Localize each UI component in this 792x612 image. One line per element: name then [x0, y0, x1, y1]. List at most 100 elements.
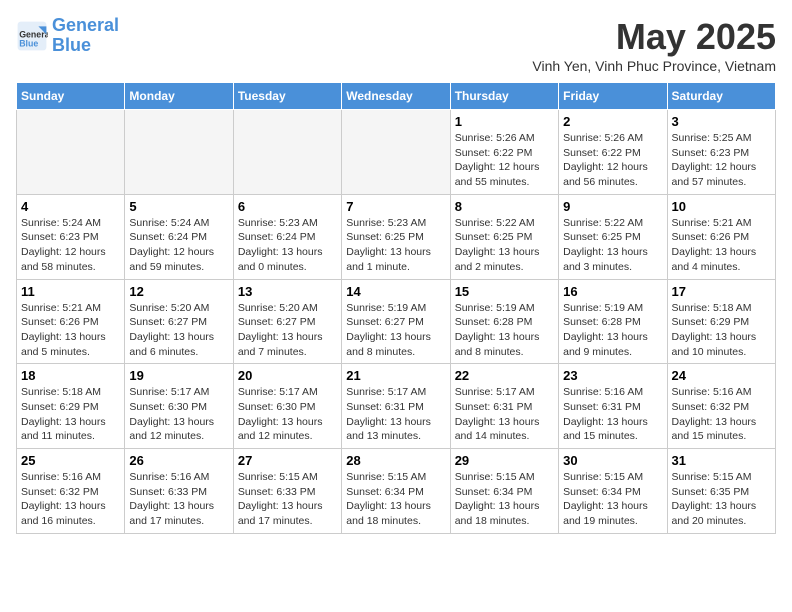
day-number: 29 [455, 453, 554, 468]
calendar-cell [17, 110, 125, 195]
day-info: Sunrise: 5:24 AMSunset: 6:24 PMDaylight:… [129, 216, 228, 275]
calendar-cell [233, 110, 341, 195]
day-number: 9 [563, 199, 662, 214]
weekday-header-thursday: Thursday [450, 83, 558, 110]
day-number: 20 [238, 368, 337, 383]
calendar-cell: 7 Sunrise: 5:23 AMSunset: 6:25 PMDaylight… [342, 194, 450, 279]
day-info: Sunrise: 5:18 AMSunset: 6:29 PMDaylight:… [21, 385, 120, 444]
weekday-header-wednesday: Wednesday [342, 83, 450, 110]
day-number: 19 [129, 368, 228, 383]
calendar-cell: 4Sunrise: 5:24 AMSunset: 6:23 PMDaylight… [17, 194, 125, 279]
weekday-header-monday: Monday [125, 83, 233, 110]
day-info: Sunrise: 5:15 AMSunset: 6:33 PMDaylight:… [238, 470, 337, 529]
day-number: 7 [346, 199, 445, 214]
calendar-cell: 9 Sunrise: 5:22 AMSunset: 6:25 PMDaylight… [559, 194, 667, 279]
day-info: Sunrise: 5:24 AMSunset: 6:23 PMDaylight:… [21, 216, 120, 275]
day-number: 2 [563, 114, 662, 129]
day-info: Sunrise: 5:16 AMSunset: 6:32 PMDaylight:… [672, 385, 771, 444]
day-info: Sunrise: 5:15 AMSunset: 6:34 PMDaylight:… [346, 470, 445, 529]
page-header: General Blue GeneralBlue May 2025 Vinh Y… [16, 16, 776, 74]
day-number: 25 [21, 453, 120, 468]
weekday-header-row: SundayMondayTuesdayWednesdayThursdayFrid… [17, 83, 776, 110]
calendar-cell: 13 Sunrise: 5:20 AMSunset: 6:27 PMDayligh… [233, 279, 341, 364]
day-info: Sunrise: 5:19 AMSunset: 6:28 PMDaylight:… [563, 301, 662, 360]
calendar-cell: 12Sunrise: 5:20 AMSunset: 6:27 PMDayligh… [125, 279, 233, 364]
calendar-cell: 14 Sunrise: 5:19 AMSunset: 6:27 PMDayligh… [342, 279, 450, 364]
day-number: 24 [672, 368, 771, 383]
day-number: 18 [21, 368, 120, 383]
day-info: Sunrise: 5:19 AMSunset: 6:27 PMDaylight:… [346, 301, 445, 360]
day-number: 6 [238, 199, 337, 214]
calendar-cell: 20 Sunrise: 5:17 AMSunset: 6:30 PMDayligh… [233, 364, 341, 449]
day-info: Sunrise: 5:19 AMSunset: 6:28 PMDaylight:… [455, 301, 554, 360]
weekday-header-tuesday: Tuesday [233, 83, 341, 110]
day-info: Sunrise: 5:22 AMSunset: 6:25 PMDaylight:… [563, 216, 662, 275]
calendar-cell: 6 Sunrise: 5:23 AMSunset: 6:24 PMDaylight… [233, 194, 341, 279]
calendar-cell: 18 Sunrise: 5:18 AMSunset: 6:29 PMDayligh… [17, 364, 125, 449]
day-info: Sunrise: 5:20 AMSunset: 6:27 PMDaylight:… [238, 301, 337, 360]
calendar-cell: 3Sunrise: 5:25 AMSunset: 6:23 PMDaylight… [667, 110, 775, 195]
calendar-cell [342, 110, 450, 195]
calendar-cell: 28 Sunrise: 5:15 AMSunset: 6:34 PMDayligh… [342, 449, 450, 534]
day-info: Sunrise: 5:16 AMSunset: 6:33 PMDaylight:… [129, 470, 228, 529]
calendar-week-row: 11Sunrise: 5:21 AMSunset: 6:26 PMDayligh… [17, 279, 776, 364]
day-number: 21 [346, 368, 445, 383]
calendar-cell: 10 Sunrise: 5:21 AMSunset: 6:26 PMDayligh… [667, 194, 775, 279]
day-number: 1 [455, 114, 554, 129]
day-number: 28 [346, 453, 445, 468]
logo-icon: General Blue [16, 20, 48, 52]
day-number: 16 [563, 284, 662, 299]
calendar-cell: 21 Sunrise: 5:17 AMSunset: 6:31 PMDayligh… [342, 364, 450, 449]
day-number: 23 [563, 368, 662, 383]
day-info: Sunrise: 5:26 AMSunset: 6:22 PMDaylight:… [455, 131, 554, 190]
day-info: Sunrise: 5:17 AMSunset: 6:30 PMDaylight:… [238, 385, 337, 444]
day-info: Sunrise: 5:17 AMSunset: 6:31 PMDaylight:… [346, 385, 445, 444]
day-number: 27 [238, 453, 337, 468]
day-number: 8 [455, 199, 554, 214]
svg-text:Blue: Blue [19, 38, 38, 48]
calendar-cell: 23Sunrise: 5:16 AMSunset: 6:31 PMDayligh… [559, 364, 667, 449]
day-number: 13 [238, 284, 337, 299]
day-info: Sunrise: 5:17 AMSunset: 6:30 PMDaylight:… [129, 385, 228, 444]
calendar-week-row: 1 Sunrise: 5:26 AMSunset: 6:22 PMDaylight… [17, 110, 776, 195]
calendar-cell: 1 Sunrise: 5:26 AMSunset: 6:22 PMDaylight… [450, 110, 558, 195]
day-number: 10 [672, 199, 771, 214]
calendar-cell: 22Sunrise: 5:17 AMSunset: 6:31 PMDayligh… [450, 364, 558, 449]
calendar-week-row: 18 Sunrise: 5:18 AMSunset: 6:29 PMDayligh… [17, 364, 776, 449]
day-info: Sunrise: 5:21 AMSunset: 6:26 PMDaylight:… [21, 301, 120, 360]
calendar-cell: 30Sunrise: 5:15 AMSunset: 6:34 PMDayligh… [559, 449, 667, 534]
day-number: 31 [672, 453, 771, 468]
calendar-cell: 19 Sunrise: 5:17 AMSunset: 6:30 PMDayligh… [125, 364, 233, 449]
logo: General Blue GeneralBlue [16, 16, 119, 56]
weekday-header-friday: Friday [559, 83, 667, 110]
day-info: Sunrise: 5:22 AMSunset: 6:25 PMDaylight:… [455, 216, 554, 275]
day-number: 26 [129, 453, 228, 468]
day-info: Sunrise: 5:23 AMSunset: 6:24 PMDaylight:… [238, 216, 337, 275]
calendar-cell [125, 110, 233, 195]
calendar-cell: 2Sunrise: 5:26 AMSunset: 6:22 PMDaylight… [559, 110, 667, 195]
day-number: 17 [672, 284, 771, 299]
calendar-cell: 11Sunrise: 5:21 AMSunset: 6:26 PMDayligh… [17, 279, 125, 364]
calendar-cell: 25 Sunrise: 5:16 AMSunset: 6:32 PMDayligh… [17, 449, 125, 534]
title-block: May 2025 Vinh Yen, Vinh Phuc Province, V… [532, 16, 776, 74]
day-info: Sunrise: 5:16 AMSunset: 6:32 PMDaylight:… [21, 470, 120, 529]
day-info: Sunrise: 5:20 AMSunset: 6:27 PMDaylight:… [129, 301, 228, 360]
day-info: Sunrise: 5:15 AMSunset: 6:34 PMDaylight:… [455, 470, 554, 529]
calendar-cell: 31Sunrise: 5:15 AMSunset: 6:35 PMDayligh… [667, 449, 775, 534]
calendar-cell: 16 Sunrise: 5:19 AMSunset: 6:28 PMDayligh… [559, 279, 667, 364]
day-number: 5 [129, 199, 228, 214]
weekday-header-sunday: Sunday [17, 83, 125, 110]
day-info: Sunrise: 5:21 AMSunset: 6:26 PMDaylight:… [672, 216, 771, 275]
calendar-cell: 5 Sunrise: 5:24 AMSunset: 6:24 PMDaylight… [125, 194, 233, 279]
calendar-table: SundayMondayTuesdayWednesdayThursdayFrid… [16, 82, 776, 534]
day-info: Sunrise: 5:25 AMSunset: 6:23 PMDaylight:… [672, 131, 771, 190]
day-number: 14 [346, 284, 445, 299]
day-number: 22 [455, 368, 554, 383]
calendar-week-row: 4Sunrise: 5:24 AMSunset: 6:23 PMDaylight… [17, 194, 776, 279]
day-number: 15 [455, 284, 554, 299]
weekday-header-saturday: Saturday [667, 83, 775, 110]
day-info: Sunrise: 5:23 AMSunset: 6:25 PMDaylight:… [346, 216, 445, 275]
day-info: Sunrise: 5:15 AMSunset: 6:34 PMDaylight:… [563, 470, 662, 529]
calendar-cell: 29 Sunrise: 5:15 AMSunset: 6:34 PMDayligh… [450, 449, 558, 534]
day-info: Sunrise: 5:18 AMSunset: 6:29 PMDaylight:… [672, 301, 771, 360]
